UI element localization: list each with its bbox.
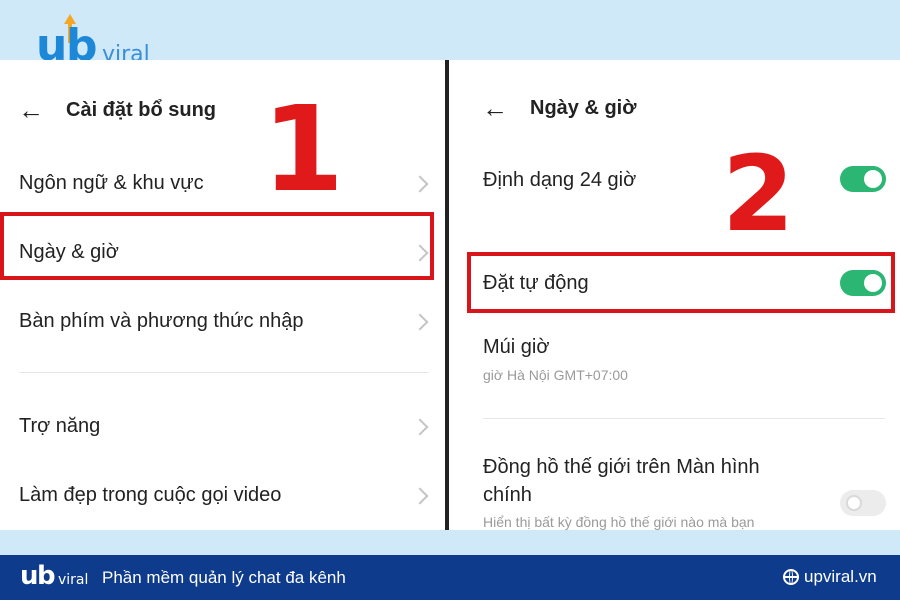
left-header: ← Cài đặt bổ sung [18, 97, 216, 123]
setting-world-clock-label: Đồng hồ thế giới trên Màn hình [483, 456, 760, 478]
menu-item-keyboard-input[interactable]: Bàn phím và phương thức nhập [19, 310, 304, 333]
section-divider [19, 372, 429, 373]
back-arrow-icon[interactable]: ← [482, 95, 508, 121]
step-number-1: 1 [262, 80, 345, 218]
toggle-knob [864, 170, 882, 188]
toggle-knob [846, 495, 862, 511]
menu-item-language-region[interactable]: Ngôn ngữ & khu vực [19, 172, 204, 195]
footer-tagline: Phần mềm quản lý chat đa kênh [102, 568, 346, 587]
highlight-box-date-time [0, 212, 434, 280]
settings-screen-left: ← Cài đặt bổ sung 1 Ngôn ngữ & khu vực N… [0, 60, 445, 530]
footer-logo-viral: viral [58, 572, 89, 588]
chevron-right-icon [411, 175, 429, 193]
highlight-box-auto-set [467, 252, 895, 313]
right-header: ← Ngày & giờ [482, 95, 636, 121]
section-divider [483, 418, 885, 419]
footer-website-link[interactable]: upviral.vn [804, 567, 877, 587]
footer-logo-u: u [20, 561, 39, 591]
toggle-24h-format[interactable] [840, 166, 886, 192]
timezone-value: giờ Hà Nội GMT+07:00 [483, 367, 628, 383]
toggle-world-clock[interactable] [840, 490, 886, 516]
footer-bar: u b viral Phần mềm quản lý chat đa kênh … [0, 555, 900, 600]
globe-icon [783, 569, 799, 585]
right-page-title: Ngày & giờ [530, 96, 637, 119]
bottom-spacer-band [0, 530, 900, 555]
step-number-2: 2 [722, 133, 795, 255]
chevron-right-icon [411, 418, 429, 436]
menu-item-video-call-beauty[interactable]: Làm đẹp trong cuộc gọi video [19, 484, 281, 507]
world-clock-description: Hiển thị bất kỳ đồng hồ thế giới nào mà … [483, 514, 755, 530]
chevron-right-icon [411, 313, 429, 331]
menu-item-accessibility[interactable]: Trợ năng [19, 415, 100, 438]
chevron-right-icon [411, 487, 429, 505]
setting-world-clock-label-line2: chính [483, 484, 532, 506]
left-page-title: Cài đặt bổ sung [66, 98, 216, 121]
back-arrow-icon[interactable]: ← [18, 97, 44, 123]
setting-24h-format-label: Định dạng 24 giờ [483, 169, 637, 191]
footer-logo-b: b [37, 561, 56, 591]
setting-timezone-label[interactable]: Múi giờ [483, 336, 549, 359]
